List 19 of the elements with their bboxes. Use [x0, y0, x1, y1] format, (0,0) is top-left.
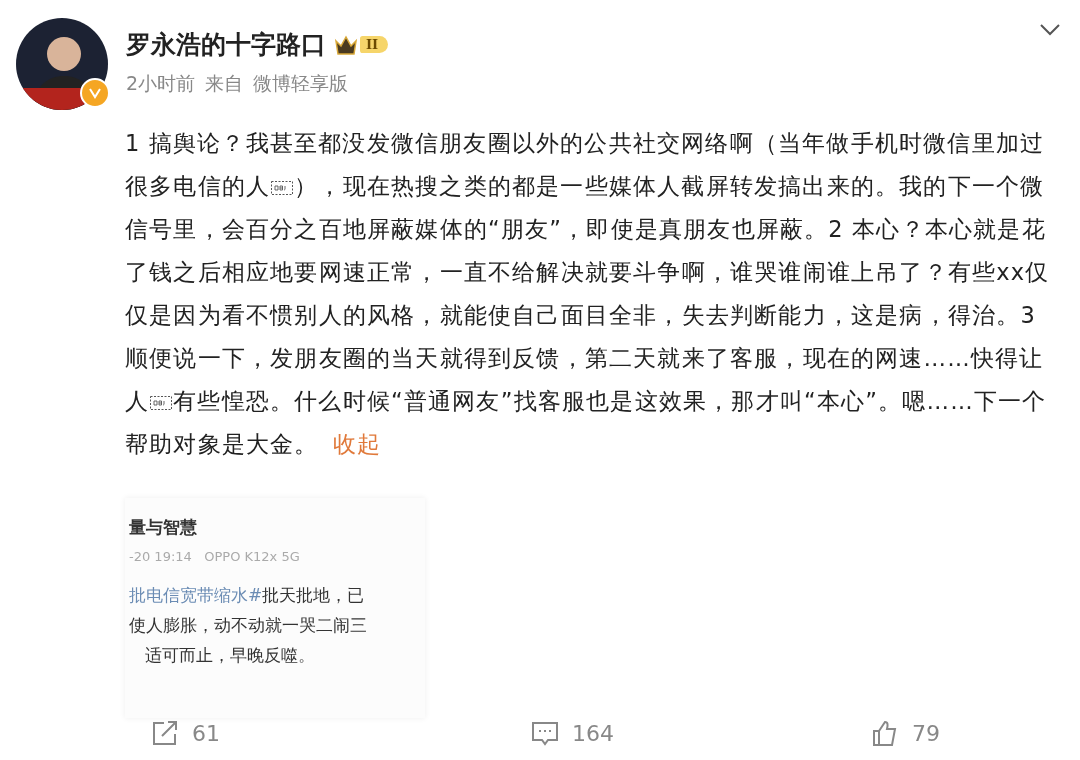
comment-count: 164: [572, 720, 614, 746]
object-placeholder-icon: [150, 395, 173, 410]
like-count: 79: [912, 720, 940, 746]
share-icon[interactable]: [150, 718, 180, 748]
post-time: 2小时前: [126, 71, 196, 96]
crown-icon: [334, 34, 358, 55]
screenshot-text-line: 批电信宽带缩水#批天批地，已: [129, 584, 366, 607]
screenshot-text-line: 适可而止，早晚反噬。: [144, 644, 316, 667]
screenshot-meta: -20 19:14 OPPO K12x 5G: [129, 549, 301, 564]
author-name[interactable]: 罗永浩的十字路口: [126, 28, 326, 61]
source-label: 来自: [205, 71, 244, 96]
post-text: 1 搞舆论？我甚至都没发微信朋友圈以外的公共社交网络啊（当年做手机时微信里加过很多电信的人 ），现在热搜之类的都是一些媒体人截屏转发搞出来的。我的下一个微信号里，会百分之百地屏蔽媒体的“朋友”，即使是真朋友也屏蔽。2 本心？本心就是花了钱之后相应地要网速正常，一直不给解决就要斗争啊，谁哭谁闹谁上吊了？有些xx仅仅是因为看不惯别人的风格，就能使自己面目全非，失去判断能力，这是病，得治。3 顺便说一下，发朋友圈的当天就得到反馈，第二天就来了客服，现在的网速……快得让人 有些惶恐。什么时候“普通网友”找客服也是这效果，那才叫“本心”。嗯……下一个帮助对象是大金。 收起: [125, 129, 1051, 459]
source-name: 微博轻享版: [253, 71, 349, 96]
level-badge: II: [360, 36, 389, 53]
screenshot-text-line: 使人膨胀，动不动就一哭二闹三: [129, 614, 368, 637]
repost-count: 61: [192, 720, 220, 746]
object-placeholder-icon: [271, 180, 294, 195]
screenshot-title: 量与智慧: [129, 516, 198, 539]
chevron-down-icon[interactable]: [1038, 22, 1062, 38]
